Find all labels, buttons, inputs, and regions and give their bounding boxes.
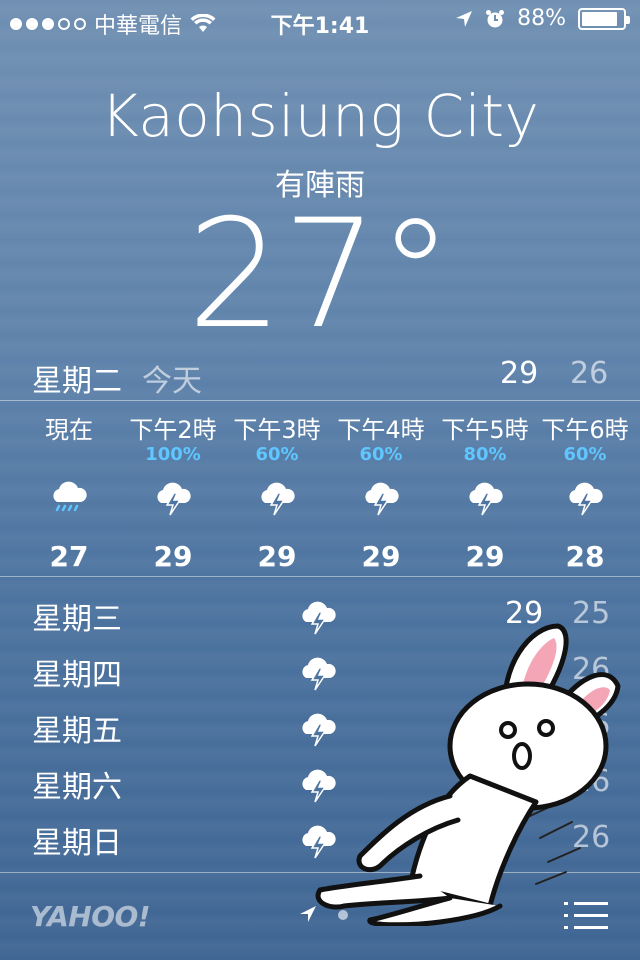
hour-time: 下午3時 [233,416,321,444]
city-name: Kaohsiung City [100,82,540,150]
daily-day: 星期五 [32,714,122,749]
location-arrow-icon [456,10,473,27]
hour-temp: 28 [565,540,605,573]
hour-time: 下午5時 [441,416,529,444]
hourly-item: 下午6時 60% 28 [530,410,640,573]
hour-precip: 100% [145,444,201,465]
bunny-sticker [315,623,621,926]
hourly-item: 現在 27 [14,410,124,573]
battery-icon [578,7,630,30]
alarm-icon [486,9,505,27]
hour-precip: 60% [255,444,299,465]
daily-day: 星期四 [32,658,122,693]
thunderstorm-icon [530,472,640,524]
hourly-item: 下午5時 80% 29 [430,410,540,573]
thunderstorm-icon [222,472,332,524]
current-temperature: 27° [187,188,453,362]
yahoo-logo[interactable]: YAHOO! [30,900,151,933]
thunderstorm-icon [118,472,228,524]
divider [0,400,640,401]
daily-day: 星期六 [32,770,122,805]
hour-temp: 29 [153,540,193,573]
status-right: 88% [455,6,630,31]
divider [0,576,640,577]
status-bar: 中華電信 下午1:41 88% [0,0,640,40]
hour-precip [14,444,124,466]
rain-cloud-icon [14,472,124,524]
hour-temp: 29 [361,540,401,573]
hourly-forecast[interactable]: 現在 27 下午2時 100% 29 下午3時 60% 29 下午4時 60% … [0,402,640,574]
daily-day: 星期三 [32,602,122,637]
hour-time: 下午2時 [129,416,217,444]
daily-day: 星期日 [32,826,122,861]
hour-time: 下午4時 [337,416,425,444]
hour-precip: 60% [563,444,607,465]
today-low: 26 [570,356,609,391]
hour-temp: 27 [49,540,89,573]
today-day: 星期二 [32,364,122,399]
today-high: 29 [500,356,539,391]
today-label: 今天 [142,364,202,399]
hourly-item: 下午2時 100% 29 [118,410,228,573]
hour-time: 現在 [45,416,93,444]
hourly-item: 下午3時 60% 29 [222,410,332,573]
battery-fill [582,11,618,26]
hour-temp: 29 [465,540,505,573]
hour-precip: 60% [359,444,403,465]
hour-time: 下午6時 [541,416,629,444]
hour-temp: 29 [257,540,297,573]
thunderstorm-icon [326,472,436,524]
hourly-item: 下午4時 60% 29 [326,410,436,573]
today-row: 星期二 今天 29 26 [0,350,640,399]
battery-percent: 88% [517,6,566,31]
hour-precip: 80% [463,444,507,465]
thunderstorm-icon [430,472,540,524]
